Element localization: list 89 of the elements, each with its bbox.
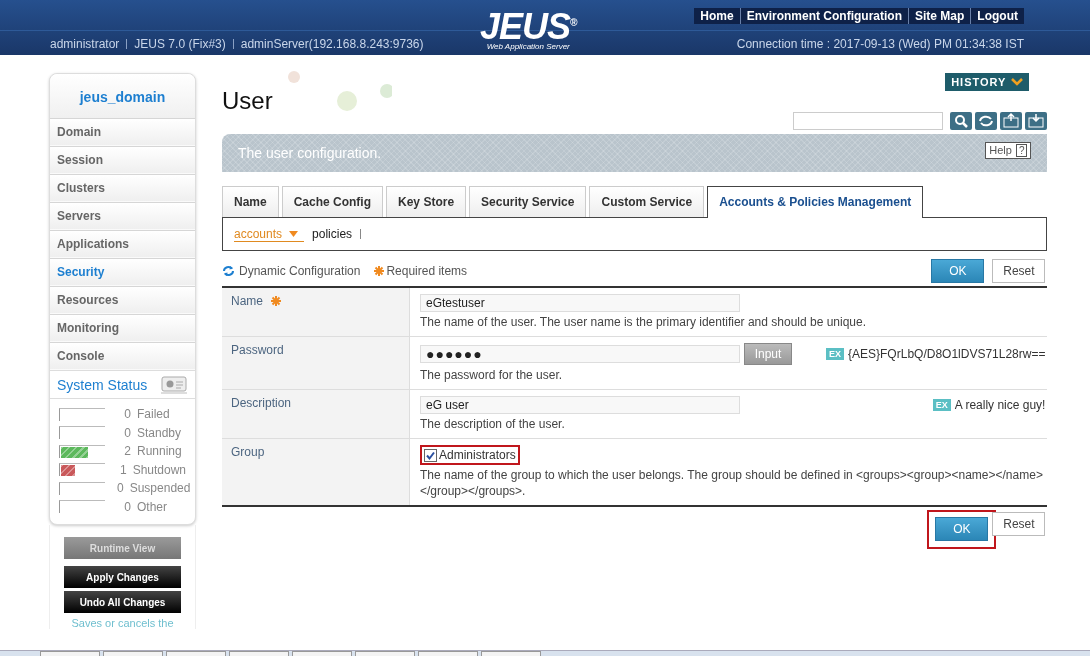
status-bar	[59, 481, 105, 495]
nav-link[interactable]: Logout	[970, 8, 1024, 24]
sidebar-item[interactable]: Servers	[50, 202, 195, 230]
tab[interactable]: Cache Config	[281, 186, 384, 217]
status-bar	[59, 500, 105, 514]
sidebar-item[interactable]: Clusters	[50, 174, 195, 202]
download-file-icon[interactable]	[1025, 112, 1048, 130]
connection-time: Connection time : 2017-09-13 (Wed) PM 01:34:38 IST	[736, 36, 1024, 51]
search-field[interactable]	[793, 112, 944, 130]
status-label: Standby	[137, 425, 182, 440]
checkbox[interactable]: Administrators	[420, 445, 520, 465]
text-field[interactable]: eG user	[420, 396, 740, 414]
taskbar-tab[interactable]	[292, 651, 352, 656]
nav-link[interactable]: Environment Configuration	[739, 8, 908, 24]
status-count: 1	[118, 462, 127, 477]
field-label: Description	[231, 396, 292, 410]
taskbar-tab[interactable]	[40, 651, 100, 656]
legend-text: Dynamic Configuration	[239, 264, 361, 278]
sidebar-item[interactable]: Monitoring	[50, 314, 195, 342]
caret-icon	[289, 230, 299, 237]
sidebar-item[interactable]: Applications	[50, 230, 195, 258]
taskbar-tab[interactable]	[418, 651, 478, 656]
status-label: Shutdown	[132, 462, 186, 477]
field-description: The password for the user.	[420, 367, 564, 383]
status-label: Other	[137, 499, 167, 514]
status-label: Running	[137, 444, 182, 459]
sidebar-item[interactable]: Security	[50, 258, 195, 286]
system-status-title: System Status	[57, 377, 148, 393]
subtab[interactable]: policies	[312, 227, 353, 241]
sidebar-item[interactable]: Domain	[50, 118, 195, 146]
domain-title[interactable]: jeus_domain	[50, 74, 195, 118]
status-count: 0	[123, 425, 131, 440]
taskbar-tab[interactable]	[355, 651, 415, 656]
reset-button[interactable]: Reset	[992, 259, 1046, 283]
field-description: The name of the user. The user name is the primary identifier and should be unique.	[420, 314, 868, 330]
history-button[interactable]: HISTORY	[945, 73, 1030, 91]
checkbox-icon	[424, 448, 437, 462]
status-count: 0	[123, 499, 131, 514]
search-icon[interactable]	[950, 112, 973, 130]
legend-text: Required items	[386, 264, 468, 278]
page-title: User	[222, 87, 273, 115]
tab[interactable]: Name	[222, 186, 279, 217]
password-field[interactable]: ●●●●●●	[420, 345, 740, 363]
tab[interactable]: Key Store	[386, 186, 467, 217]
field-description: The description of the user.	[420, 416, 566, 432]
example-value: {AES}FQrLbQ/D8O1lDVS71L28rw==	[848, 347, 1046, 361]
caret-icon	[1011, 78, 1024, 86]
example-value: A really nice guy!	[954, 398, 1046, 412]
sidebar-item[interactable]: Session	[50, 146, 195, 174]
logo: JEUS$^{®}$ Web Application Server	[480, 6, 577, 51]
status-label: Failed	[137, 407, 170, 422]
nav-link[interactable]: Site Map	[908, 8, 971, 24]
taskbar-tab[interactable]	[103, 651, 163, 656]
upload-file-icon[interactable]	[1000, 112, 1023, 130]
status-count: 2	[123, 444, 131, 459]
field-description: The name of the group to which the user belongs. The group should be defined in <groups><group><name></name></group></groups>.	[420, 467, 1044, 499]
status-count: 0	[117, 481, 124, 496]
status-bar	[59, 426, 105, 440]
taskbar-tab[interactable]	[166, 651, 226, 656]
example-badge: EX	[932, 399, 951, 411]
text-field[interactable]: eGtestuser	[420, 294, 740, 312]
note-text: Saves or cancels the	[71, 617, 174, 629]
refresh-icon[interactable]	[975, 112, 998, 130]
sidebar-action-button[interactable]: Undo All Changes	[64, 591, 181, 613]
sidebar-action-button[interactable]: Apply Changes	[64, 566, 181, 588]
sidebar-item[interactable]: Console	[50, 342, 195, 370]
version-text: JEUS 7.0 (Fix#3)	[134, 36, 226, 51]
taskbar-tab[interactable]	[229, 651, 289, 656]
status-label: Suspended	[129, 481, 191, 496]
help-button[interactable]: Help ?	[985, 141, 1032, 159]
tab[interactable]: Security Service	[469, 186, 587, 217]
sync-icon	[222, 265, 235, 277]
status-count: 0	[123, 407, 131, 422]
tab[interactable]: Accounts & Policies Management	[707, 186, 924, 218]
tab[interactable]: Custom Service	[589, 186, 705, 217]
sidebar-item[interactable]: Resources	[50, 286, 195, 314]
field-label: Group	[231, 445, 265, 459]
nav-link[interactable]: Home	[694, 8, 740, 24]
monitor-toggle-icon[interactable]	[161, 376, 187, 394]
taskbar-tab[interactable]	[481, 651, 541, 656]
banner-text: The user configuration.	[238, 145, 382, 161]
required-icon	[374, 266, 385, 276]
reset-button[interactable]: Reset	[992, 512, 1046, 536]
user-name: administrator	[50, 36, 120, 51]
example-badge: EX	[826, 348, 844, 360]
field-label: Password	[231, 343, 284, 357]
field-label: Name	[231, 294, 263, 308]
status-bar	[59, 407, 105, 421]
server-text: adminServer(192.168.8.243:9736)	[240, 36, 424, 51]
